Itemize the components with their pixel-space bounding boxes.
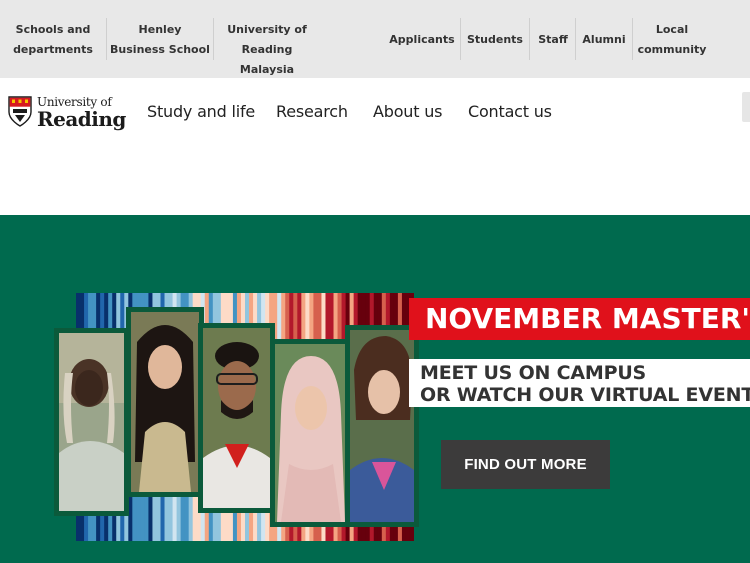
top-link-alumni[interactable]: Alumni xyxy=(579,30,629,70)
student-photo-1 xyxy=(54,328,129,516)
top-link-schools-departments[interactable]: Schools and departments xyxy=(8,20,98,60)
hero-banner: NOVEMBER MASTER'S MEET US ON CAMPUS OR W… xyxy=(0,215,750,563)
utility-bar: Schools and departments Henley Business … xyxy=(0,0,750,78)
nav-about-us[interactable]: About us xyxy=(373,101,442,123)
nav-research[interactable]: Research xyxy=(276,101,348,123)
divider xyxy=(632,18,633,60)
event-subtitle-line-1: MEET US ON CAMPUS xyxy=(420,362,647,384)
event-title: NOVEMBER MASTER'S xyxy=(425,302,750,335)
university-shield-icon xyxy=(8,96,32,127)
divider xyxy=(575,18,576,60)
student-photo-4 xyxy=(270,339,352,527)
top-link-line: Business School xyxy=(110,43,210,56)
event-title-banner: NOVEMBER MASTER'S xyxy=(409,298,750,340)
divider xyxy=(213,18,214,60)
top-link-staff[interactable]: Staff xyxy=(533,30,573,70)
top-link-line: Reading Malaysia xyxy=(239,43,295,76)
top-link-line: community xyxy=(637,43,707,56)
divider xyxy=(460,18,461,60)
top-link-local-community[interactable]: Local community xyxy=(636,20,708,60)
nav-study-and-life[interactable]: Study and life xyxy=(147,101,255,123)
find-out-more-button[interactable]: FIND OUT MORE xyxy=(441,440,610,489)
logo-text-reading: Reading xyxy=(37,107,126,131)
university-logo[interactable]: University of Reading xyxy=(8,95,126,132)
top-link-line: departments xyxy=(13,43,93,56)
event-subtitle-banner: MEET US ON CAMPUS OR WATCH OUR VIRTUAL E… xyxy=(409,359,750,407)
top-link-line: Students xyxy=(467,33,523,46)
top-link-reading-malaysia[interactable]: University of Reading Malaysia xyxy=(216,20,318,76)
top-link-line: Alumni xyxy=(582,33,626,46)
top-link-line: Local xyxy=(655,23,689,36)
top-link-line: Schools and xyxy=(15,23,91,36)
student-photo-3 xyxy=(198,323,275,513)
top-link-applicants[interactable]: Applicants xyxy=(388,30,456,70)
top-link-henley[interactable]: Henley Business School xyxy=(110,20,210,60)
top-link-students[interactable]: Students xyxy=(464,30,526,70)
top-link-line: Henley xyxy=(138,23,182,36)
nav-contact-us[interactable]: Contact us xyxy=(468,101,552,123)
divider xyxy=(529,18,530,60)
student-photo-2 xyxy=(126,307,204,497)
student-photo-5 xyxy=(345,325,419,527)
top-link-line: Applicants xyxy=(389,33,455,46)
top-link-line: Staff xyxy=(538,33,568,46)
event-subtitle-line-2: OR WATCH OUR VIRTUAL EVENTS xyxy=(420,384,750,406)
search-box-edge[interactable] xyxy=(742,92,750,122)
top-link-line: University of xyxy=(227,23,307,36)
divider xyxy=(106,18,107,60)
